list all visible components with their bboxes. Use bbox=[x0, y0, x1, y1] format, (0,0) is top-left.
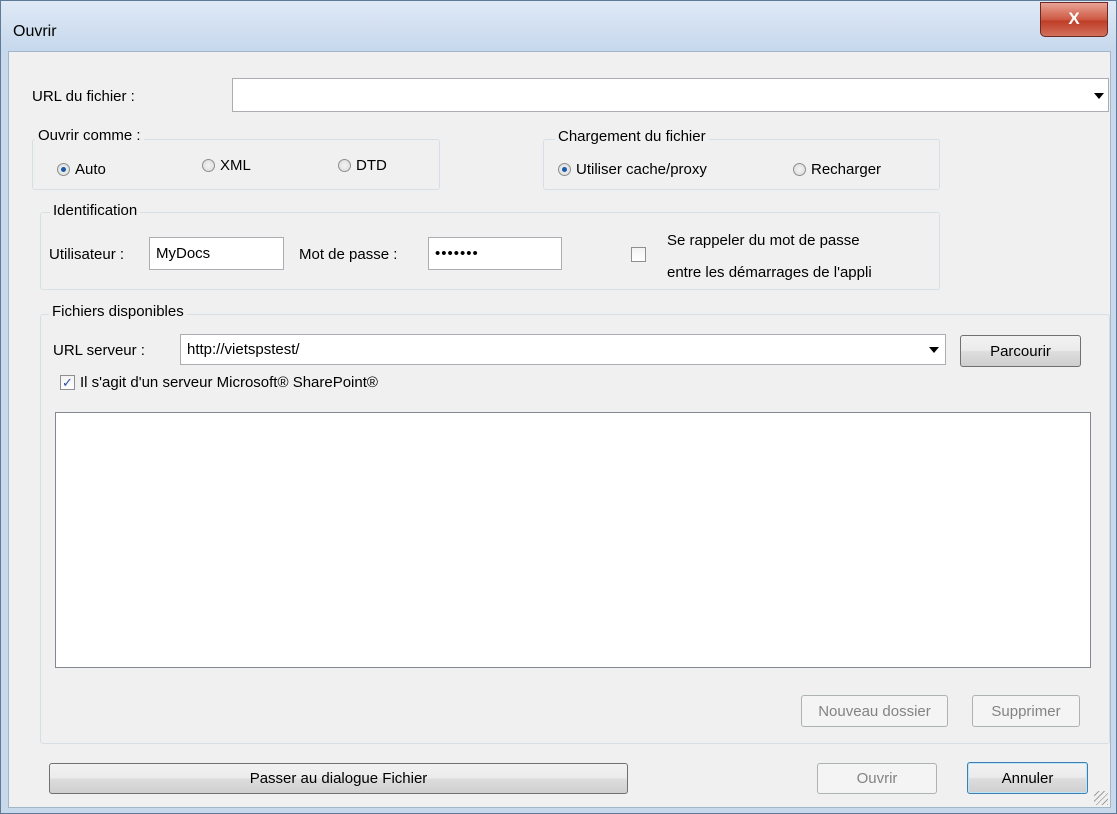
title-bar: Ouvrir X bbox=[1, 1, 1116, 51]
user-value: MyDocs bbox=[156, 245, 211, 262]
dialog-body: URL du fichier : Ouvrir comme : Auto XML… bbox=[8, 51, 1111, 808]
remember-line2: entre les démarrages de l'appli bbox=[667, 264, 872, 281]
radio-open-as-dtd[interactable]: DTD bbox=[338, 157, 387, 174]
sharepoint-label: Il s'agit d'un serveur Microsoft® ShareP… bbox=[80, 374, 378, 391]
password-label: Mot de passe : bbox=[299, 246, 398, 263]
window-title: Ouvrir bbox=[13, 23, 57, 40]
radio-button-selected[interactable] bbox=[558, 163, 571, 176]
cancel-button[interactable]: Annuler bbox=[967, 762, 1088, 794]
close-button[interactable]: X bbox=[1040, 2, 1108, 37]
open-dialog: Ouvrir X URL du fichier : Ouvrir comme :… bbox=[0, 0, 1117, 814]
file-url-combobox[interactable] bbox=[232, 78, 1109, 112]
radio-open-as-xml[interactable]: XML bbox=[202, 157, 251, 174]
available-files-title: Fichiers disponibles bbox=[49, 303, 187, 320]
file-list[interactable] bbox=[55, 412, 1091, 668]
browse-button[interactable]: Parcourir bbox=[960, 335, 1081, 367]
radio-button-selected[interactable] bbox=[57, 163, 70, 176]
radio-label-xml: XML bbox=[220, 157, 251, 174]
remember-line1: Se rappeler du mot de passe bbox=[667, 232, 860, 249]
radio-label-cache: Utiliser cache/proxy bbox=[576, 161, 707, 178]
radio-label-auto: Auto bbox=[75, 161, 106, 178]
chevron-down-icon[interactable] bbox=[1094, 93, 1104, 99]
new-folder-button[interactable]: Nouveau dossier bbox=[801, 695, 948, 727]
radio-button[interactable] bbox=[338, 159, 351, 172]
sharepoint-checkbox[interactable]: ✓ bbox=[60, 375, 75, 390]
open-as-title: Ouvrir comme : bbox=[35, 127, 144, 144]
identification-title: Identification bbox=[50, 202, 141, 219]
switch-to-file-dialog-button[interactable]: Passer au dialogue Fichier bbox=[49, 763, 628, 794]
radio-button[interactable] bbox=[202, 159, 215, 172]
file-loading-title: Chargement du fichier bbox=[555, 128, 709, 145]
server-url-value: http://vietspstest/ bbox=[187, 341, 300, 358]
password-input[interactable]: ••••••• bbox=[428, 237, 562, 270]
checkmark-icon: ✓ bbox=[62, 375, 73, 390]
radio-open-as-auto[interactable]: Auto bbox=[57, 161, 106, 178]
close-icon: X bbox=[1068, 9, 1080, 28]
resize-grip-icon[interactable] bbox=[1094, 791, 1108, 805]
chevron-down-icon[interactable] bbox=[929, 347, 939, 353]
user-input[interactable]: MyDocs bbox=[149, 237, 284, 270]
user-label: Utilisateur : bbox=[49, 246, 125, 263]
radio-label-dtd: DTD bbox=[356, 157, 387, 174]
server-url-label: URL serveur : bbox=[53, 342, 145, 359]
radio-use-cache[interactable]: Utiliser cache/proxy bbox=[558, 161, 707, 178]
open-button[interactable]: Ouvrir bbox=[817, 763, 937, 794]
file-url-label: URL du fichier : bbox=[32, 88, 135, 105]
radio-reload[interactable]: Recharger bbox=[793, 161, 881, 178]
server-url-combobox[interactable]: http://vietspstest/ bbox=[180, 334, 946, 365]
remember-password-checkbox[interactable] bbox=[631, 247, 646, 262]
radio-label-reload: Recharger bbox=[811, 161, 882, 178]
radio-button[interactable] bbox=[793, 163, 806, 176]
delete-button[interactable]: Supprimer bbox=[972, 695, 1080, 727]
password-value: ••••••• bbox=[435, 245, 479, 262]
